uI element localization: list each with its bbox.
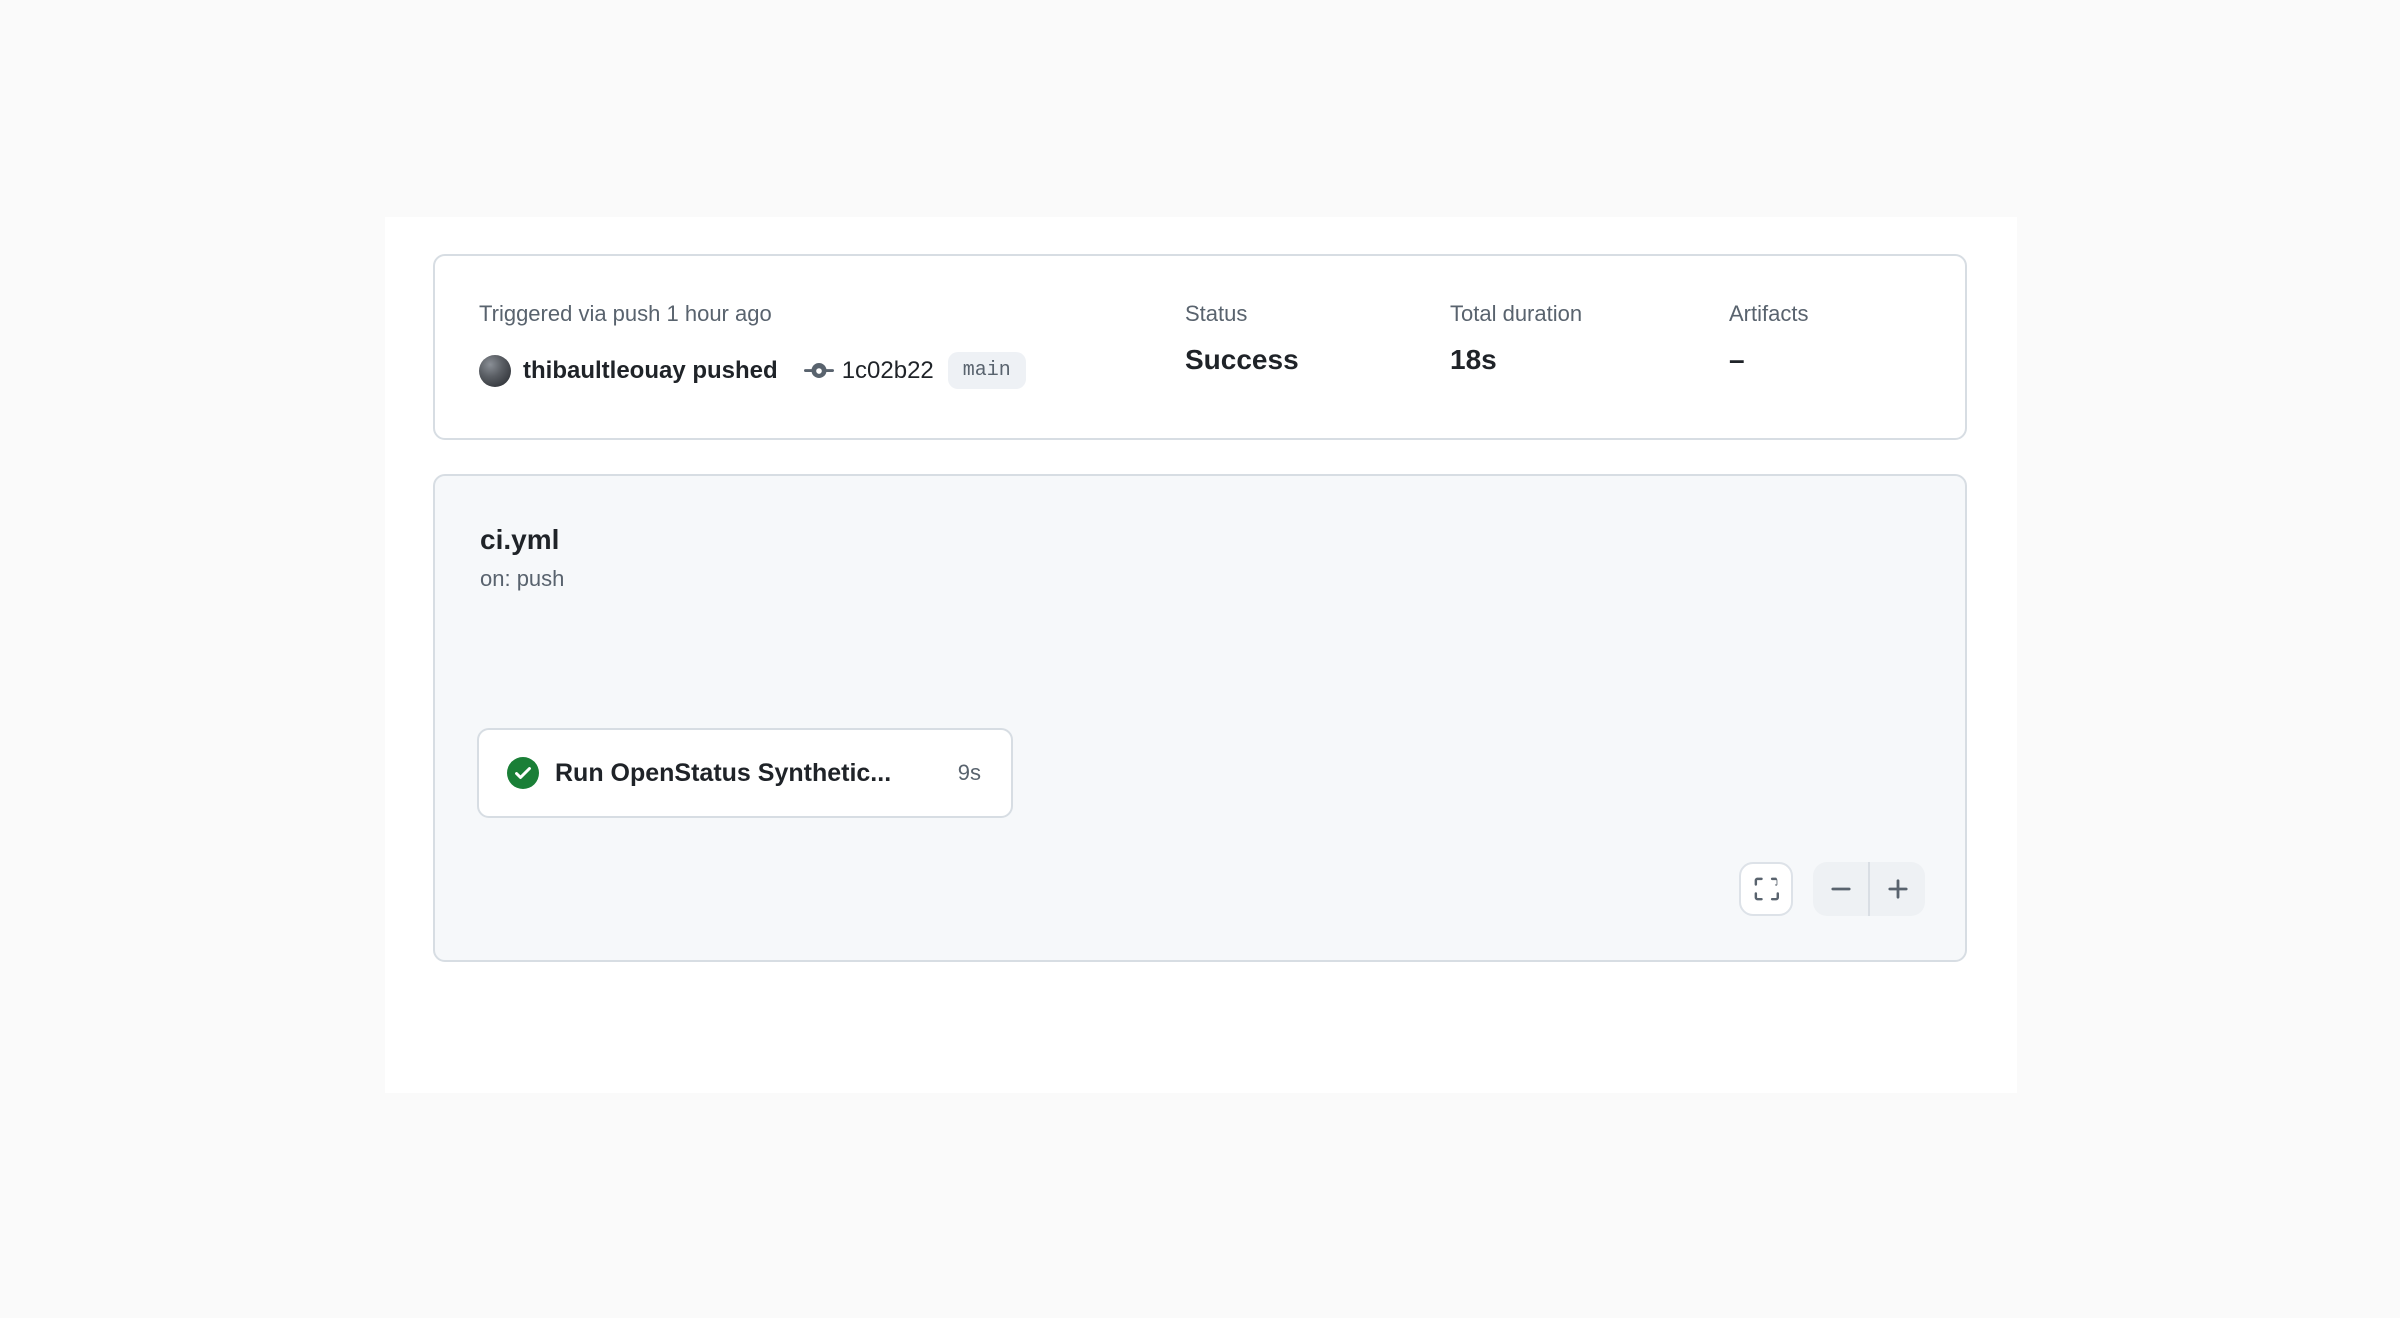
- status-label: Status: [1185, 300, 1299, 328]
- workflow-file-name: ci.yml: [480, 524, 564, 556]
- job-node[interactable]: Run OpenStatus Synthetic... 9s: [477, 728, 1013, 818]
- zoom-in-button[interactable]: [1870, 862, 1925, 916]
- trigger-block: Triggered via push 1 hour ago thibaultle…: [479, 300, 1026, 389]
- artifacts-label: Artifacts: [1729, 300, 1808, 328]
- fullscreen-button[interactable]: [1739, 862, 1793, 916]
- duration-value: 18s: [1450, 344, 1582, 376]
- duration-label: Total duration: [1450, 300, 1582, 328]
- artifacts-column: Artifacts –: [1729, 300, 1808, 376]
- workflow-graph-card: ci.yml on: push Run OpenStatus Synthetic…: [433, 474, 1967, 962]
- workflow-heading: ci.yml on: push: [480, 524, 564, 592]
- branch-badge[interactable]: main: [948, 352, 1026, 389]
- check-circle-icon: [507, 757, 539, 789]
- job-duration: 9s: [958, 760, 981, 786]
- zoom-control-group: [1813, 862, 1925, 916]
- commit-sha-link[interactable]: 1c02b22: [842, 357, 934, 385]
- plus-icon: [1884, 875, 1912, 903]
- screen-full-icon: [1753, 876, 1779, 902]
- zoom-out-button[interactable]: [1813, 862, 1870, 916]
- workflow-run-page: Triggered via push 1 hour ago thibaultle…: [385, 217, 2017, 1093]
- triggered-via-text: Triggered via push 1 hour ago: [479, 300, 1026, 328]
- actor-row: thibaultleouay pushed 1c02b22 main: [479, 352, 1026, 389]
- artifacts-value: –: [1729, 344, 1808, 376]
- job-name: Run OpenStatus Synthetic...: [555, 759, 891, 788]
- run-summary-card: Triggered via push 1 hour ago thibaultle…: [433, 254, 1967, 440]
- graph-controls: [1739, 862, 1925, 916]
- duration-column: Total duration 18s: [1450, 300, 1582, 376]
- actor-pushed-text[interactable]: thibaultleouay pushed: [523, 357, 778, 385]
- avatar[interactable]: [479, 355, 511, 387]
- status-value: Success: [1185, 344, 1299, 376]
- git-commit-icon: [804, 356, 834, 386]
- workflow-trigger: on: push: [480, 566, 564, 592]
- minus-icon: [1827, 875, 1855, 903]
- status-column: Status Success: [1185, 300, 1299, 376]
